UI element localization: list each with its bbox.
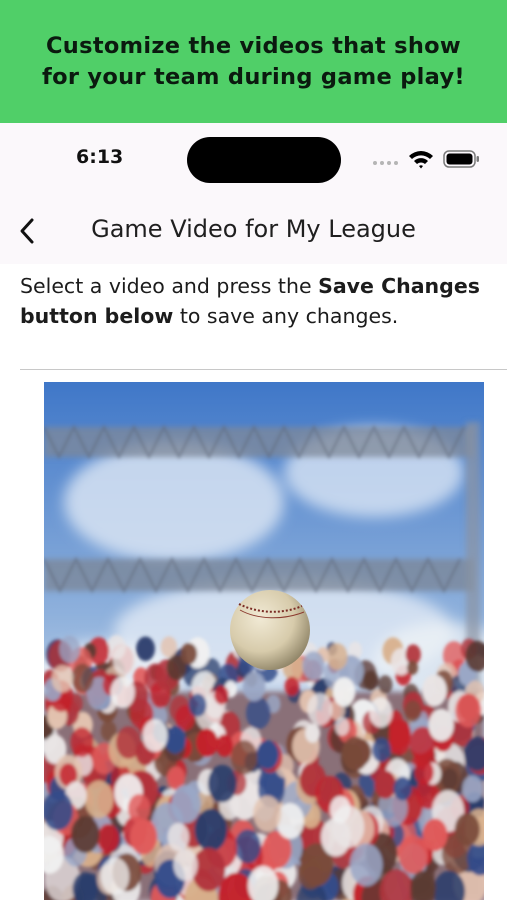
promo-banner: Customize the videos that show for your … bbox=[0, 0, 507, 123]
status-time: 6:13 bbox=[76, 146, 124, 168]
page-title: Game Video for My League bbox=[91, 215, 416, 243]
baseball-crowd-video-thumbnail[interactable] bbox=[44, 382, 484, 900]
divider bbox=[20, 369, 507, 370]
battery-icon bbox=[443, 150, 479, 168]
instructions-text: Select a video and press the Save Change… bbox=[20, 272, 490, 331]
promo-banner-text: Customize the videos that show for your … bbox=[34, 31, 473, 93]
video-artwork bbox=[44, 422, 484, 900]
promo-banner-line-2: for your team during game play! bbox=[42, 63, 465, 90]
instructions-part-2: to save any changes. bbox=[173, 303, 399, 328]
signal-dots-icon bbox=[373, 161, 398, 165]
instructions-part-1: Select a video and press the bbox=[20, 274, 319, 298]
baseball-icon bbox=[230, 590, 310, 670]
dynamic-island bbox=[187, 137, 341, 183]
wifi-icon bbox=[409, 151, 433, 169]
promo-banner-line-1: Customize the videos that show bbox=[46, 32, 461, 59]
phone-header: 6:13 Game Video for My League bbox=[0, 123, 507, 264]
